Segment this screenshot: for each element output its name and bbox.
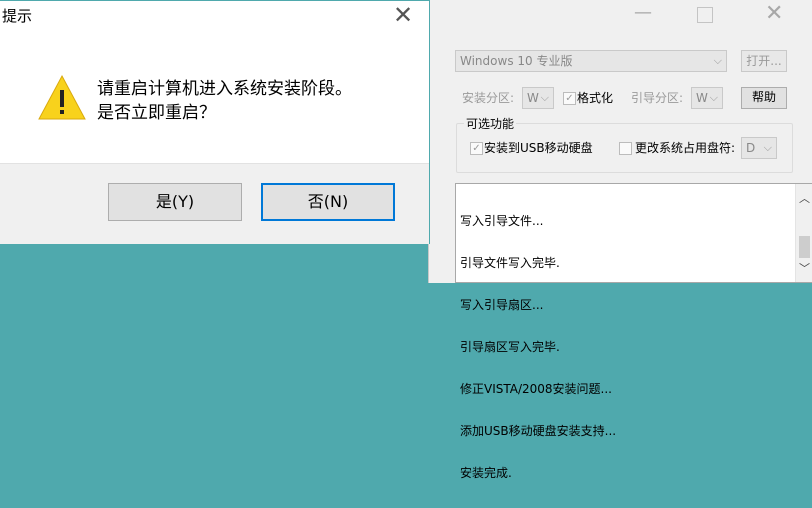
open-button[interactable]: 打开... [741,50,787,72]
install-partition-label: 安装分区: [462,91,515,105]
optional-features-title: 可选功能 [464,115,517,132]
log-line: 引导扇区写入完毕. [460,340,560,354]
log-line: 添加USB移动硬盘安装支持... [460,424,617,438]
chevron-up-icon[interactable]: ︿ [799,190,810,206]
chevron-down-icon[interactable]: ﹀ [799,260,810,276]
warning-icon [38,74,86,120]
drive-letter-value: D [746,141,756,155]
log-scrollbar[interactable]: ︿ ﹀ [795,184,812,282]
log-line: 写入引导文件... [460,214,544,228]
log-line: 修正VISTA/2008安装问题... [460,382,612,396]
message-line-2: 是否立即重启？ [97,103,216,123]
dialog-title: 提示 [2,7,33,25]
log-line: 引导文件写入完毕. [460,256,560,270]
maximize-icon[interactable] [697,7,713,23]
chevron-down-icon: ⌵ [540,91,549,104]
help-button[interactable]: 帮助 [741,87,787,109]
change-drive-letter-checkbox[interactable] [619,142,632,155]
chevron-down-icon: ⌵ [763,141,772,154]
edition-select[interactable]: Windows 10 专业版 ⌵ [455,50,727,72]
yes-button[interactable]: 是(Y) [108,183,242,221]
log-line: 写入引导扇区... [460,298,544,312]
minimize-icon[interactable]: — [634,2,652,23]
dialog-message: 请重启计算机进入系统安装阶段。 是否立即重启？ [97,77,352,125]
install-partition-select[interactable]: W ⌵ [522,87,554,109]
chevron-down-icon: ⌵ [709,91,718,104]
close-icon[interactable]: ✕ [765,1,783,26]
drive-letter-select[interactable]: D ⌵ [741,137,777,159]
boot-partition-label: 引导分区: [631,91,684,105]
confirm-dialog: 提示 ✕ 请重启计算机进入系统安装阶段。 是否立即重启？ 是(Y) 否(N) [0,0,430,244]
usb-install-checkbox[interactable]: ✓ [470,142,483,155]
message-line-1: 请重启计算机进入系统安装阶段。 [97,79,352,99]
format-checkbox[interactable]: ✓ [563,92,576,105]
boot-partition-value: W [696,91,708,105]
install-partition-value: W [527,91,539,105]
boot-partition-select[interactable]: W ⌵ [691,87,723,109]
log-lines: 写入引导文件... 引导文件写入完毕. 写入引导扇区... 引导扇区写入完毕. … [460,186,616,508]
usb-install-label: 安装到USB移动硬盘 [484,141,593,155]
dialog-footer: 是(Y) 否(N) [0,163,429,244]
format-label: 格式化 [577,91,614,105]
no-button[interactable]: 否(N) [261,183,395,221]
chevron-down-icon: ⌵ [713,54,722,67]
log-output[interactable]: 写入引导文件... 引导文件写入完毕. 写入引导扇区... 引导扇区写入完毕. … [455,183,812,480]
log-line: 安装完成. [460,466,512,480]
close-icon[interactable]: ✕ [393,1,413,29]
edition-select-value: Windows 10 专业版 [460,54,573,68]
change-drive-letter-label: 更改系统占用盘符: [635,141,736,155]
installer-window: — ✕ Windows 10 专业版 ⌵ 打开... 安装分区: W ⌵ ✓ 格… [428,0,812,480]
scrollbar-thumb[interactable] [799,236,810,258]
